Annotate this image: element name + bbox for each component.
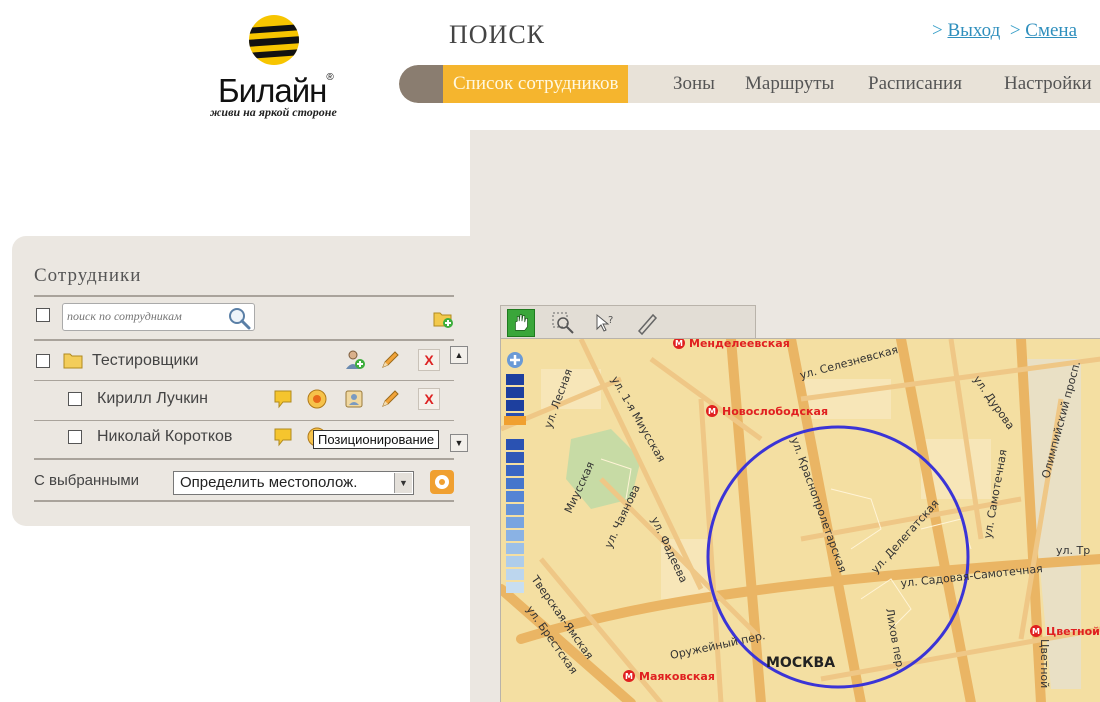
divider [34, 500, 454, 502]
edit-pencil-icon[interactable] [379, 349, 401, 371]
nav-cap [399, 65, 443, 103]
svg-text:ул. Делегатская: ул. Делегатская [869, 497, 942, 576]
divider [34, 295, 454, 297]
search-icon[interactable] [227, 306, 251, 330]
map-view[interactable]: M M M M Менделеевская Новослободская Маяков… [500, 338, 1100, 702]
brand-slogan: живи на яркой стороне [210, 105, 337, 119]
svg-text:ул. Тр: ул. Тр [1056, 544, 1090, 557]
tooltip: Позиционирование [313, 430, 440, 449]
page-title: ПОИСК [449, 20, 546, 49]
svg-text:МОСКВА: МОСКВА [766, 655, 835, 671]
profile-card-icon[interactable] [343, 388, 365, 410]
change-link[interactable]: Смена [1025, 20, 1077, 41]
svg-text:?: ? [608, 315, 613, 326]
search-input[interactable] [67, 309, 227, 324]
select-all-checkbox[interactable] [36, 308, 50, 322]
action-select-value: Определить местополож. [180, 474, 358, 491]
tab-zones[interactable]: Зоны [673, 65, 715, 103]
tab-employees[interactable]: Список сотрудников [443, 65, 629, 103]
employee-name[interactable]: Кирилл Лучкин [97, 390, 208, 408]
tab-settings[interactable]: Настройки [1004, 65, 1092, 103]
svg-text:Цветной: Цветной [1038, 639, 1051, 688]
svg-text:ул. Селезневская: ул. Селезневская [798, 343, 899, 382]
svg-text:M: M [625, 672, 633, 681]
employee-search [62, 303, 255, 331]
info-pointer-icon[interactable]: ? [591, 309, 619, 337]
panel-title: Сотрудники [34, 265, 142, 286]
delete-employee-button[interactable]: X [418, 388, 440, 410]
ruler-icon[interactable] [633, 309, 661, 337]
svg-text:ул. Дурова: ул. Дурова [971, 373, 1018, 432]
employee-checkbox[interactable] [68, 392, 82, 406]
svg-text:Менделеевская: Менделеевская [689, 339, 790, 350]
divider [34, 339, 454, 341]
add-group-icon[interactable] [432, 307, 454, 329]
svg-text:ул. Краснопролетарская: ул. Краснопролетарская [788, 436, 849, 575]
chevron-down-icon: ▼ [394, 473, 412, 493]
divider [34, 420, 454, 421]
group-name[interactable]: Тестировщики [92, 352, 198, 370]
logout-link[interactable]: Выход [947, 20, 1000, 41]
map-toolbar: ? [500, 305, 756, 339]
message-icon[interactable] [272, 426, 294, 448]
scroll-down-button[interactable]: ▼ [450, 434, 468, 452]
with-selected-label: С выбранными [34, 472, 140, 489]
divider [34, 380, 454, 381]
tab-routes[interactable]: Маршруты [745, 65, 834, 103]
action-select[interactable]: Определить местополож. ▼ [173, 471, 414, 495]
top-links: > Выход > Смена [932, 20, 1078, 41]
beeline-ball-icon [249, 15, 299, 65]
edit-pencil-icon[interactable] [379, 388, 401, 410]
map-canvas: M M M M Менделеевская Новослободская Маяков… [501, 339, 1100, 702]
svg-text:M: M [708, 407, 716, 416]
tab-schedules[interactable]: Расписания [868, 65, 962, 103]
pan-hand-icon[interactable] [507, 309, 535, 337]
positioning-icon[interactable] [306, 388, 328, 410]
add-user-icon[interactable] [344, 349, 366, 371]
message-icon[interactable] [272, 388, 294, 410]
main-nav: Список сотрудников Зоны Маршруты Расписа… [399, 65, 1100, 103]
svg-text:Цветной: Цветной [1046, 625, 1100, 638]
zoom-area-icon[interactable] [549, 309, 577, 337]
employee-checkbox[interactable] [68, 430, 82, 444]
group-checkbox[interactable] [36, 354, 50, 368]
svg-text:M: M [675, 339, 683, 348]
scroll-up-button[interactable]: ▲ [450, 346, 468, 364]
zoom-slider[interactable] [503, 350, 527, 620]
svg-text:Новослободская: Новослободская [722, 405, 828, 418]
beeline-logo[interactable]: Билайн® живи на яркой стороне [208, 14, 358, 124]
svg-text:Маяковская: Маяковская [639, 670, 715, 683]
apply-action-icon[interactable] [429, 469, 455, 495]
divider [34, 458, 454, 460]
folder-icon [63, 353, 83, 369]
svg-text:M: M [1032, 627, 1040, 636]
delete-group-button[interactable]: X [418, 349, 440, 371]
employee-name[interactable]: Николай Коротков [97, 428, 247, 446]
